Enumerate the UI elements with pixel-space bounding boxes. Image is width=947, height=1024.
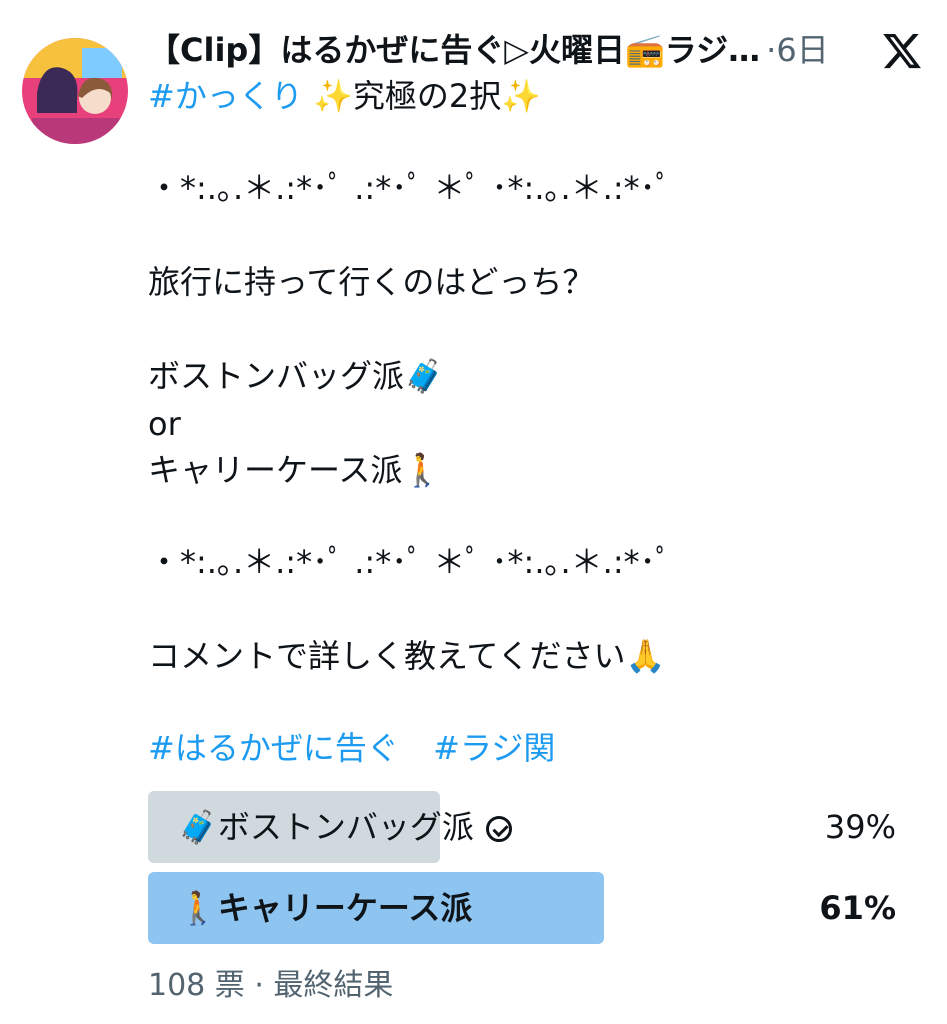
poll-option-1: 🧳ボストンバッグ派 39% <box>148 791 896 863</box>
poll-option-label: 🧳ボストンバッグ派 <box>178 791 512 863</box>
decoration-line-1: ・*:.｡.＊.:*･ﾟ .:*･ﾟ ＊ﾟ ･*:.｡.＊.:*･ﾟ <box>148 169 672 207</box>
tweet-header: 【Clip】はるかぜに告ぐ▷火曜日📻ラジ… ·6日 <box>148 26 868 70</box>
hashtags-line: #はるかぜに告ぐ #ラジ関 <box>148 726 555 770</box>
hashtag-title-line: #かっくり ✨究極の2択✨ <box>148 74 541 118</box>
avatar[interactable] <box>22 38 128 144</box>
decoration-line-2: ・*:.｡.＊.:*･ﾟ .:*･ﾟ ＊ﾟ ･*:.｡.＊.:*･ﾟ <box>148 543 672 581</box>
question-text: 旅行に持って行くのはどっち？ <box>148 263 595 301</box>
check-circle-icon <box>485 816 512 842</box>
account-name[interactable]: 【Clip】はるかぜに告ぐ▷火曜日📻ラジ… <box>148 25 760 71</box>
poll-footer: 108 票 · 最終結果 <box>148 968 394 1003</box>
poll-percent: 61% <box>819 889 896 927</box>
timestamp[interactable]: ·6日 <box>766 25 829 71</box>
or-text: or <box>148 405 181 443</box>
poll-option-2: 🚶キャリーケース派 61% <box>148 872 896 944</box>
x-logo-icon[interactable] <box>881 30 923 72</box>
poll-percent: 39% <box>824 808 896 846</box>
option-a-text: ボストンバッグ派🧳 <box>148 357 444 395</box>
option-b-text: キャリーケース派🚶 <box>148 451 443 489</box>
hashtag-link[interactable]: #かっくり <box>148 77 303 115</box>
hashtag-link[interactable]: #はるかぜに告ぐ <box>148 729 399 767</box>
hashtag-link[interactable]: #ラジ関 <box>433 729 555 767</box>
title-text: ✨究極の2択✨ <box>302 77 542 115</box>
comment-request-text: コメントで詳しく教えてください🙏 <box>148 637 666 675</box>
poll-option-label: 🚶キャリーケース派 <box>178 889 473 927</box>
